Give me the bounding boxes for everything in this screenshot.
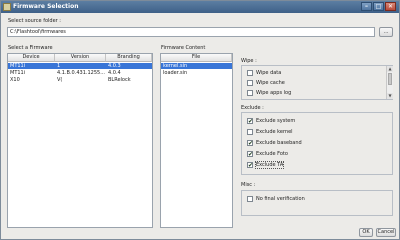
version-cell: 4.1.B.0.431.1255... — [57, 70, 105, 76]
title-bar[interactable]: Firmware Selection – □ ✕ — [1, 1, 399, 13]
ok-button[interactable]: OK — [359, 228, 373, 237]
misc-label: Misc : — [241, 182, 256, 188]
exclude-group: ✔ Exclude system Exclude kernel ✔ Exclud… — [241, 112, 393, 175]
firmware-selection-window: Firmware Selection – □ ✕ Select source f… — [0, 0, 400, 240]
exclude-kernel-label: Exclude kernel — [256, 129, 293, 135]
branding-cell: 4.0.3 — [108, 63, 121, 69]
column-header-version[interactable]: Version — [55, 54, 106, 62]
version-cell: V( — [57, 77, 63, 83]
exclude-baseband-checkbox[interactable]: ✔ — [247, 140, 253, 147]
no-final-verification-checkbox[interactable] — [247, 196, 253, 202]
table-row[interactable]: X10 V( BLRelock — [8, 77, 152, 83]
source-folder-input[interactable]: C:\Flashtool\firmwares — [7, 27, 375, 37]
exclude-system-label: Exclude system — [256, 118, 296, 124]
scroll-up-icon[interactable]: ▲ — [387, 66, 393, 72]
file-name: kernel.sin — [163, 63, 188, 69]
exclude-system-checkbox[interactable]: ✔ — [247, 118, 253, 125]
wipe-data-label: Wipe data — [256, 70, 282, 76]
list-item[interactable]: loader.sin — [161, 70, 232, 76]
branding-cell: 4.0.4 — [108, 70, 121, 76]
cancel-button[interactable]: Cancel — [376, 228, 396, 237]
close-icon[interactable]: ✕ — [385, 2, 396, 11]
wipe-apps-log-label: Wipe apps log — [256, 90, 292, 96]
no-final-verification-label: No final verification — [256, 196, 305, 202]
exclude-kernel-checkbox[interactable] — [247, 129, 253, 135]
column-header-device[interactable]: Device — [8, 54, 55, 62]
maximize-icon[interactable]: □ — [373, 2, 384, 11]
table-row[interactable]: MT11i 1 4.0.3 — [8, 63, 152, 69]
column-header-branding[interactable]: Branding — [106, 54, 152, 62]
exclude-foto-label: Exclude Foto — [256, 151, 288, 157]
exclude-ta-checkbox[interactable]: ✔ — [247, 162, 253, 169]
scroll-thumb[interactable] — [388, 73, 392, 85]
firmware-content-list: File kernel.sin loader.sin — [160, 53, 233, 228]
wipe-cache-label: Wipe cache — [256, 80, 285, 86]
wipe-apps-log-checkbox[interactable] — [247, 90, 253, 96]
exclude-label: Exclude : — [241, 105, 264, 111]
branding-cell: BLRelock — [108, 77, 131, 83]
column-header-file[interactable]: File — [161, 54, 232, 62]
firmware-list-label: Select a Firmware — [8, 45, 53, 51]
browse-button[interactable]: ... — [379, 27, 393, 37]
wipe-label: Wipe : — [241, 58, 257, 64]
wipe-scrollbar[interactable]: ▲ ▼ — [386, 66, 393, 99]
scroll-down-icon[interactable]: ▼ — [387, 93, 393, 99]
firmware-table: Device Version Branding MT11i 1 4.0.3 MT… — [7, 53, 153, 228]
exclude-ta-label: Exclude TA — [254, 161, 285, 169]
table-row[interactable]: MT11i 4.1.B.0.431.1255... 4.0.4 — [8, 70, 152, 76]
device-cell: X10 — [10, 77, 20, 83]
window-title: Firmware Selection — [13, 3, 79, 10]
firmware-content-label: Firmware Content — [161, 45, 206, 51]
wipe-cache-checkbox[interactable] — [247, 80, 253, 86]
wipe-data-checkbox[interactable] — [247, 70, 253, 76]
device-cell: MT11i — [10, 63, 26, 69]
minimize-icon[interactable]: – — [361, 2, 372, 11]
exclude-foto-checkbox[interactable]: ✔ — [247, 151, 253, 158]
file-name: loader.sin — [163, 70, 188, 76]
source-folder-label: Select source folder : — [8, 18, 61, 24]
wipe-group: Wipe data Wipe cache Wipe apps log ▲ ▼ — [241, 65, 393, 100]
exclude-baseband-label: Exclude baseband — [256, 140, 302, 146]
version-cell: 1 — [57, 63, 61, 69]
app-icon — [3, 3, 11, 11]
misc-group: No final verification — [241, 190, 393, 216]
device-cell: MT11i — [10, 70, 26, 76]
list-item[interactable]: kernel.sin — [161, 63, 232, 69]
